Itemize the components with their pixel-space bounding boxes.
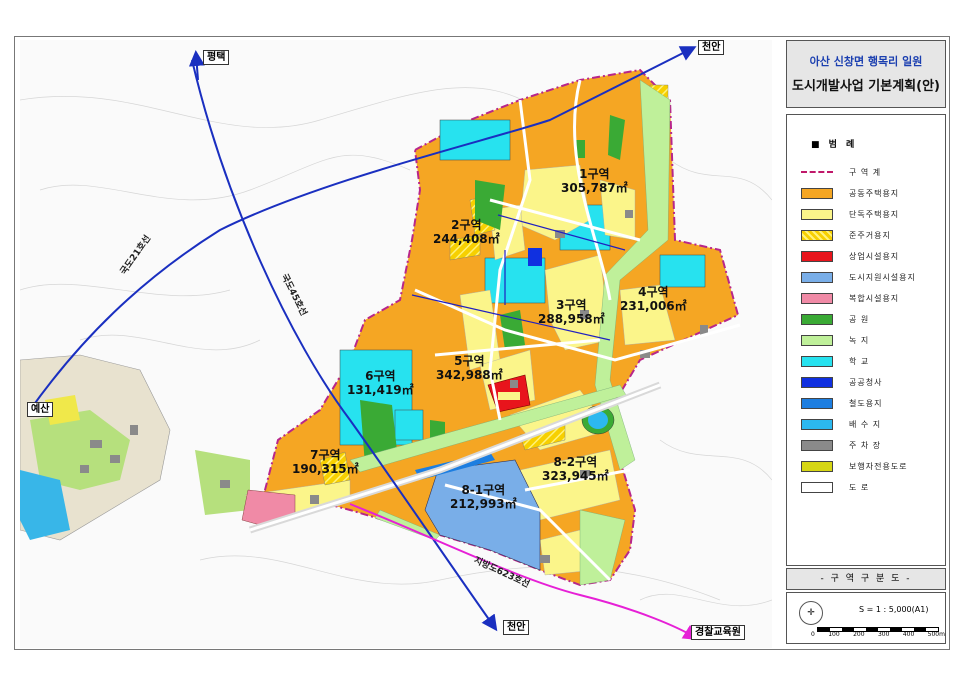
zone-label-1: 1구역 305,787㎡ — [561, 167, 628, 195]
legend-swatch — [801, 292, 833, 304]
city-label-cheonan-top: 천안 — [698, 40, 725, 55]
title-box: 아산 신창면 행목리 일원 도시개발사업 기본계획(안) — [786, 40, 946, 108]
scale-tick-label: 500m — [927, 631, 945, 638]
legend-swatch — [801, 208, 833, 220]
legend-item: 구 역 계 — [801, 165, 881, 179]
legend-item: 상업시설용지 — [801, 249, 899, 263]
legend-swatch — [801, 229, 833, 241]
legend-swatch — [801, 187, 833, 199]
legend-label: 도 로 — [849, 482, 870, 492]
legend-item: 배 수 지 — [801, 417, 881, 431]
footer-label-box: - 구 역 구 분 도 - — [786, 568, 946, 590]
scale-box: ✛ S = 1 : 5,000(A1) 0 100 200 300 400 500m — [786, 592, 946, 644]
north-arrow-icon: ✛ — [799, 601, 823, 625]
zone-label-8-1: 8-1구역 212,993㎡ — [450, 483, 517, 511]
scale-tick-label: 100 — [828, 631, 840, 638]
legend-swatch — [801, 439, 833, 451]
legend-swatch — [801, 271, 833, 283]
legend-item: 도 로 — [801, 480, 869, 494]
legend-heading: ■ 범 례 — [811, 140, 858, 150]
legend-label: 상업시설용지 — [849, 251, 900, 261]
legend-item: 철도용지 — [801, 396, 882, 410]
legend-item: 녹 지 — [801, 333, 869, 347]
city-label-yesan: 예산 — [27, 402, 54, 417]
legend-swatch — [801, 397, 833, 409]
legend-swatch — [801, 481, 833, 493]
legend-label: 도시지원시설용지 — [849, 272, 916, 282]
legend-label: 단독주택용지 — [849, 209, 900, 219]
legend-label: 철도용지 — [849, 398, 883, 408]
scale-tick-label: 300 — [877, 631, 890, 638]
legend-label: 학 교 — [849, 356, 870, 366]
legend-item: 공공청사 — [801, 375, 882, 389]
scale-ticks: 0 100 200 300 400 500m — [811, 631, 945, 638]
legend-item: 준주거용지 — [801, 228, 891, 242]
legend-label: 주 차 장 — [849, 440, 882, 450]
legend-label: 준주거용지 — [849, 230, 891, 240]
title-line2: 도시개발사업 기본계획(안) — [792, 79, 940, 94]
legend-label: 구 역 계 — [849, 167, 882, 177]
legend-swatch — [801, 418, 833, 430]
legend-item: 공 원 — [801, 312, 869, 326]
scale-tick-label: 200 — [853, 631, 865, 638]
zone-label-8-2: 8-2구역 323,945㎡ — [542, 455, 609, 483]
zone-label-7: 7구역 190,315㎡ — [292, 448, 359, 476]
side-panel: 아산 신창면 행목리 일원 도시개발사업 기본계획(안) ■ 범 례 구 역 계… — [786, 40, 946, 644]
scale-tick-label: 0 — [811, 631, 815, 638]
legend-swatch — [801, 334, 833, 346]
legend-label: 복합시설용지 — [849, 293, 900, 303]
legend-swatch — [801, 460, 833, 472]
legend-item: 보행자전용도로 — [801, 459, 908, 473]
city-label-police-academy: 경찰교육원 — [691, 625, 745, 640]
legend-item: 주 차 장 — [801, 438, 881, 452]
legend-label: 공공청사 — [849, 377, 883, 387]
legend-label: 보행자전용도로 — [849, 461, 908, 471]
city-label-cheonan-bottom: 천안 — [503, 620, 530, 635]
legend-item: 공동주택용지 — [801, 186, 899, 200]
zone-label-5: 5구역 342,988㎡ — [436, 354, 503, 382]
legend-label: 녹 지 — [849, 335, 870, 345]
footer-label: - 구 역 구 분 도 - — [820, 574, 912, 584]
zone-label-6: 6구역 131,419㎡ — [347, 369, 414, 397]
legend-swatch — [801, 250, 833, 262]
map-canvas — [20, 40, 772, 648]
zone-label-4: 4구역 231,006㎡ — [620, 285, 687, 313]
legend-swatch — [801, 313, 833, 325]
scale-text: S = 1 : 5,000(A1) — [859, 605, 929, 614]
scale-tick-label: 400 — [902, 631, 915, 638]
legend-item: 도시지원시설용지 — [801, 270, 916, 284]
legend-swatch — [801, 171, 833, 173]
title-line1: 아산 신창면 행목리 일원 — [809, 55, 923, 68]
city-label-pyeongtaek: 평택 — [203, 50, 230, 65]
legend-label: 배 수 지 — [849, 419, 882, 429]
legend-label: 공 원 — [849, 314, 870, 324]
zone-label-2: 2구역 244,408㎡ — [433, 218, 500, 246]
legend-item: 단독주택용지 — [801, 207, 899, 221]
zone-label-3: 3구역 288,958㎡ — [538, 298, 605, 326]
legend-label: 공동주택용지 — [849, 188, 900, 198]
legend-swatch — [801, 376, 833, 388]
legend-item: 복합시설용지 — [801, 291, 899, 305]
legend-swatch — [801, 355, 833, 367]
legend-box: ■ 범 례 구 역 계공동주택용지단독주택용지준주거용지상업시설용지도시지원시설… — [786, 114, 946, 566]
legend-item: 학 교 — [801, 354, 869, 368]
